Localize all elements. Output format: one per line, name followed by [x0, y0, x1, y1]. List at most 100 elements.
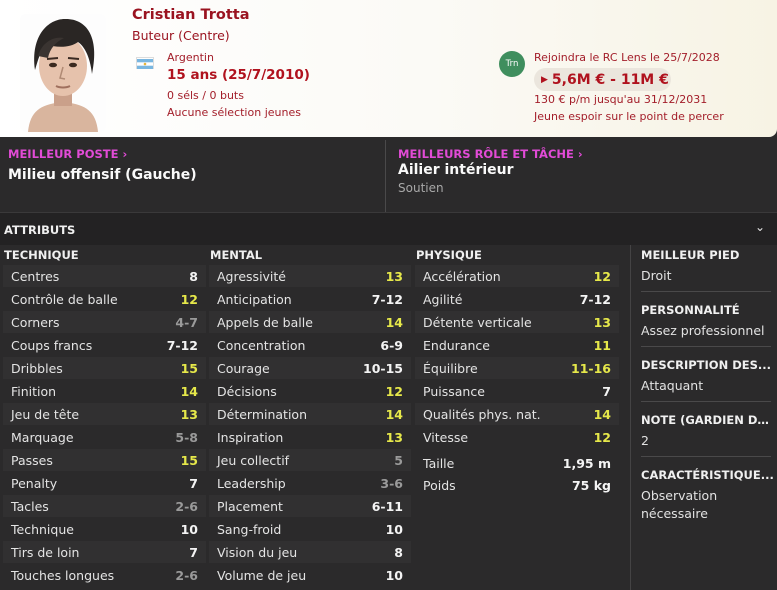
- personality-label: PERSONNALITÉ: [641, 303, 740, 317]
- attribute-value: 7: [189, 544, 198, 560]
- height-row: Taille 1,95 m: [415, 452, 619, 474]
- attribute-value: 7-12: [371, 291, 403, 307]
- attribute-row[interactable]: Jeu de tête 13: [3, 403, 206, 425]
- attribute-row[interactable]: Tirs de loin 7: [3, 541, 206, 563]
- attribute-name: Corners: [11, 314, 60, 330]
- attribute-row[interactable]: Contrôle de balle 12: [3, 288, 206, 310]
- mental-heading: MENTAL: [210, 248, 263, 262]
- attribute-row[interactable]: Centres 8: [3, 265, 206, 287]
- attribute-name: Courage: [217, 360, 270, 376]
- attribute-name: Accélération: [423, 268, 501, 284]
- traits-value: Observation nécessaire: [641, 488, 718, 521]
- attribute-value: 5-8: [175, 429, 198, 445]
- attribute-value: 14: [180, 383, 198, 399]
- traits-block: CARACTÉRISTIQUE... Observation nécessair…: [641, 468, 774, 523]
- best-role-link[interactable]: MEILLEURS RÔLE ET TÂCHE ›: [398, 147, 583, 161]
- attribute-name: Vitesse: [423, 429, 469, 445]
- attribute-value: 5: [394, 452, 403, 468]
- divider: [641, 291, 771, 292]
- chevron-down-icon[interactable]: ⌄: [755, 220, 765, 234]
- attribute-value: 7: [189, 475, 198, 491]
- player-header: Cristian Trotta Buteur (Centre) Argentin…: [0, 0, 777, 137]
- attribute-row[interactable]: Inspiration 13: [209, 426, 411, 448]
- attribute-value: 7-12: [166, 337, 198, 353]
- gk-rating-label: NOTE (GARDIEN DE...: [641, 413, 774, 427]
- personality-value[interactable]: Assez professionnel: [641, 322, 774, 340]
- attribute-row[interactable]: Placement 6-11: [209, 495, 411, 517]
- attribute-name: Vision du jeu: [217, 544, 298, 560]
- attribute-value: 6-9: [380, 337, 403, 353]
- attribute-row[interactable]: Jeu collectif 5: [209, 449, 411, 471]
- attribute-row[interactable]: Sang-froid 10: [209, 518, 411, 540]
- attribute-row[interactable]: Agilité 7-12: [415, 288, 619, 310]
- attribute-row[interactable]: Qualités phys. nat. 14: [415, 403, 619, 425]
- attribute-row[interactable]: Dribbles 15: [3, 357, 206, 379]
- player-nationality[interactable]: Argentin: [167, 51, 214, 64]
- attribute-row[interactable]: Endurance 11: [415, 334, 619, 356]
- attribute-row[interactable]: Anticipation 7-12: [209, 288, 411, 310]
- attribute-name: Agressivité: [217, 268, 287, 284]
- value-arrow-icon: ▶: [541, 74, 548, 85]
- attribute-value: 6-11: [371, 498, 403, 514]
- attribute-row[interactable]: Décisions 12: [209, 380, 411, 402]
- attribute-row[interactable]: Tacles 2-6: [3, 495, 206, 517]
- attribute-row[interactable]: Puissance 7: [415, 380, 619, 402]
- attribute-value: 14: [385, 406, 403, 422]
- description-block: DESCRIPTION DES... Attaquant: [641, 358, 774, 395]
- attribute-name: Penalty: [11, 475, 58, 491]
- attribute-value: 10: [385, 521, 403, 537]
- description-label: DESCRIPTION DES...: [641, 358, 772, 372]
- attributes-title: ATTRIBUTS: [4, 223, 76, 237]
- attribute-row[interactable]: Leadership 3-6: [209, 472, 411, 494]
- weight-value: 75 kg: [571, 477, 611, 493]
- attribute-row[interactable]: Concentration 6-9: [209, 334, 411, 356]
- attribute-row[interactable]: Accélération 12: [415, 265, 619, 287]
- attribute-row[interactable]: Marquage 5-8: [3, 426, 206, 448]
- attribute-value: 14: [385, 314, 403, 330]
- attributes-header[interactable]: ATTRIBUTS ⌄: [0, 212, 777, 245]
- attribute-value: 13: [593, 314, 611, 330]
- best-role-duty: Soutien: [398, 181, 444, 195]
- transfer-club-move[interactable]: Rejoindra le RC Lens le 25/7/2028: [534, 51, 720, 64]
- attribute-value: 15: [180, 452, 198, 468]
- attribute-row[interactable]: Vitesse 12: [415, 426, 619, 448]
- best-role-value: Ailier intérieur: [398, 162, 514, 178]
- attribute-value: 12: [593, 268, 611, 284]
- attribute-row[interactable]: Volume de jeu 10: [209, 564, 411, 586]
- attribute-value: 10: [180, 521, 198, 537]
- attribute-row[interactable]: Passes 15: [3, 449, 206, 471]
- chevron-right-icon: ›: [122, 147, 128, 161]
- attribute-row[interactable]: Agressivité 13: [209, 265, 411, 287]
- attribute-name: Tacles: [11, 498, 49, 514]
- attribute-row[interactable]: Corners 4-7: [3, 311, 206, 333]
- attribute-name: Tirs de loin: [11, 544, 80, 560]
- height-label: Taille: [423, 455, 455, 471]
- attribute-row[interactable]: Détente verticale 13: [415, 311, 619, 333]
- attribute-row[interactable]: Vision du jeu 8: [209, 541, 411, 563]
- transfer-value: ▶ 5,6M € - 11M €: [534, 68, 671, 91]
- contract-wage: 130 € p/m jusqu'au 31/12/2031: [534, 93, 708, 106]
- attribute-row[interactable]: Touches longues 2-6: [3, 564, 206, 586]
- attribute-row[interactable]: Technique 10: [3, 518, 206, 540]
- attribute-row[interactable]: Appels de balle 14: [209, 311, 411, 333]
- best-position-panel: MEILLEUR POSTE › Milieu offensif (Gauche…: [0, 140, 386, 212]
- attribute-row[interactable]: Courage 10-15: [209, 357, 411, 379]
- attribute-row[interactable]: Détermination 14: [209, 403, 411, 425]
- divider: [641, 401, 771, 402]
- attribute-value: 7: [602, 383, 611, 399]
- player-name[interactable]: Cristian Trotta: [132, 7, 250, 23]
- best-position-link[interactable]: MEILLEUR POSTE ›: [8, 147, 127, 161]
- attribute-name: Dribbles: [11, 360, 63, 376]
- chevron-right-icon: ›: [577, 147, 583, 161]
- player-age: 15 ans (25/7/2010): [167, 67, 310, 83]
- attribute-row[interactable]: Penalty 7: [3, 472, 206, 494]
- attribute-row[interactable]: Équilibre 11-16: [415, 357, 619, 379]
- best-role-panel: MEILLEURS RÔLE ET TÂCHE › Ailier intérie…: [388, 140, 777, 212]
- height-value: 1,95 m: [562, 455, 611, 471]
- attribute-name: Placement: [217, 498, 283, 514]
- attribute-row[interactable]: Coups francs 7-12: [3, 334, 206, 356]
- attribute-name: Détente verticale: [423, 314, 532, 330]
- physique-heading: PHYSIQUE: [416, 248, 482, 262]
- attribute-row[interactable]: Finition 14: [3, 380, 206, 402]
- attribute-name: Touches longues: [11, 567, 115, 583]
